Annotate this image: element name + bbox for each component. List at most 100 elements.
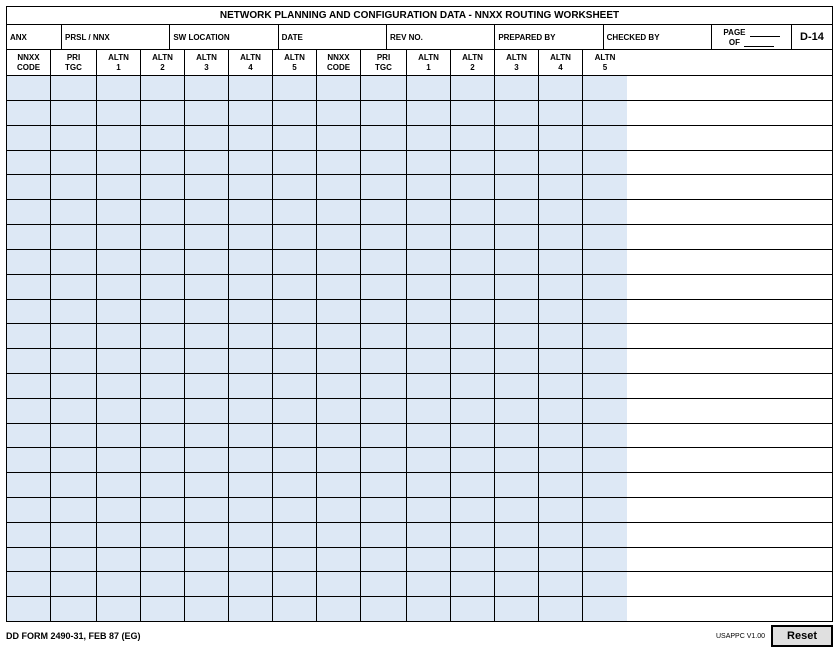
- data-cell: [141, 448, 185, 472]
- data-cell: [317, 572, 361, 596]
- data-cell: [97, 572, 141, 596]
- prsl-cell: PRSL / NNX: [62, 25, 170, 49]
- data-cell: [407, 151, 451, 175]
- data-cell: [361, 225, 407, 249]
- data-cell: [229, 572, 273, 596]
- data-cell: [407, 448, 451, 472]
- data-cell: [451, 175, 495, 199]
- data-cell: [273, 126, 317, 150]
- table-row: [6, 125, 833, 150]
- data-cell: [407, 597, 451, 621]
- data-cell: [229, 597, 273, 621]
- page-cell: PAGE OF: [712, 25, 792, 49]
- data-cell: [141, 523, 185, 547]
- data-cell: [451, 250, 495, 274]
- data-cell: [185, 374, 229, 398]
- table-row: [6, 299, 833, 324]
- data-cell: [407, 324, 451, 348]
- data-cell: [273, 572, 317, 596]
- table-row: [6, 249, 833, 274]
- data-cell: [141, 250, 185, 274]
- data-cell: [407, 473, 451, 497]
- data-cell: [141, 548, 185, 572]
- col-header-c3: ALTN2: [141, 50, 185, 75]
- data-cell: [451, 101, 495, 125]
- data-cell: [273, 324, 317, 348]
- data-cell: [51, 548, 97, 572]
- data-cell: [539, 200, 583, 224]
- date-cell: DATE: [279, 25, 387, 49]
- data-cell: [361, 523, 407, 547]
- col-header-c8: PRITGC: [361, 50, 407, 75]
- form-name: DD FORM 2490-31, FEB 87 (EG): [6, 631, 141, 641]
- data-cell: [451, 597, 495, 621]
- data-cell: [583, 300, 627, 324]
- data-cell: [273, 498, 317, 522]
- data-cell: [583, 126, 627, 150]
- data-cell: [97, 275, 141, 299]
- data-cell: [97, 473, 141, 497]
- data-cell: [141, 324, 185, 348]
- data-cell: [317, 349, 361, 373]
- data-cell: [361, 548, 407, 572]
- data-cell: [495, 548, 539, 572]
- data-cell: [273, 175, 317, 199]
- data-cell: [495, 349, 539, 373]
- data-cell: [495, 275, 539, 299]
- data-cell: [451, 424, 495, 448]
- data-cell: [407, 300, 451, 324]
- data-cell: [7, 250, 51, 274]
- footer-right: USAPPC V1.00 Reset: [716, 625, 833, 647]
- table-row: [6, 348, 833, 373]
- data-cell: [97, 175, 141, 199]
- data-cell: [229, 151, 273, 175]
- data-cell: [229, 300, 273, 324]
- data-cell: [583, 225, 627, 249]
- data-cell: [495, 175, 539, 199]
- data-cell: [407, 374, 451, 398]
- data-cell: [273, 76, 317, 100]
- data-cell: [141, 473, 185, 497]
- data-cell: [141, 225, 185, 249]
- col-header-c7: NNXXCODE: [317, 50, 361, 75]
- data-cell: [407, 548, 451, 572]
- data-cell: [451, 225, 495, 249]
- data-cell: [97, 349, 141, 373]
- data-cell: [451, 126, 495, 150]
- data-cell: [495, 473, 539, 497]
- data-cell: [185, 597, 229, 621]
- data-cell: [361, 349, 407, 373]
- data-cell: [451, 324, 495, 348]
- data-cell: [185, 473, 229, 497]
- data-cell: [7, 498, 51, 522]
- data-cell: [317, 473, 361, 497]
- data-cell: [229, 275, 273, 299]
- data-cell: [229, 523, 273, 547]
- data-cell: [317, 200, 361, 224]
- data-cell: [451, 473, 495, 497]
- col-header-c11: ALTN3: [495, 50, 539, 75]
- data-cell: [539, 126, 583, 150]
- revno-cell: REV NO.: [387, 25, 495, 49]
- data-cell: [361, 275, 407, 299]
- data-cell: [495, 250, 539, 274]
- table-row: [6, 224, 833, 249]
- chkby-cell: CHECKED BY: [604, 25, 712, 49]
- data-cell: [583, 151, 627, 175]
- data-cell: [583, 473, 627, 497]
- data-cell: [361, 597, 407, 621]
- data-cell: [185, 250, 229, 274]
- data-cell: [583, 399, 627, 423]
- data-cell: [273, 349, 317, 373]
- reset-button[interactable]: Reset: [771, 625, 833, 647]
- data-cell: [97, 225, 141, 249]
- data-cell: [141, 200, 185, 224]
- data-cell: [97, 448, 141, 472]
- data-cell: [273, 473, 317, 497]
- data-cell: [539, 597, 583, 621]
- data-cell: [451, 498, 495, 522]
- data-cell: [361, 151, 407, 175]
- data-cell: [539, 548, 583, 572]
- data-cell: [407, 126, 451, 150]
- data-cell: [185, 175, 229, 199]
